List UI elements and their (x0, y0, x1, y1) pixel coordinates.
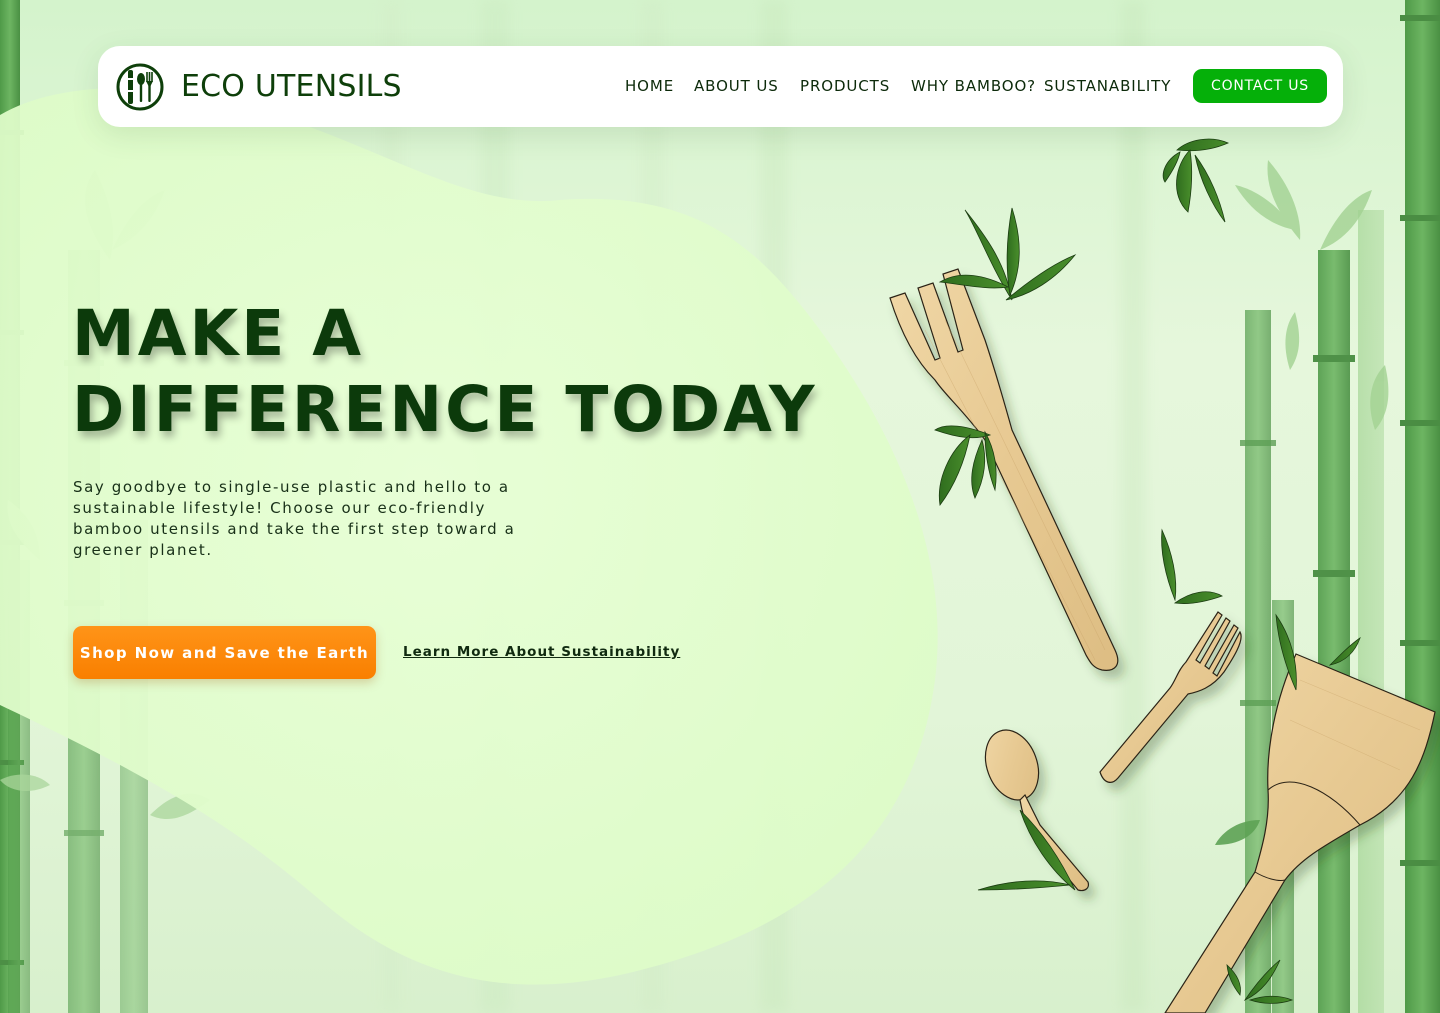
shop-now-button[interactable]: Shop Now and Save the Earth (73, 626, 376, 679)
nav-why-bamboo[interactable]: WHY BAMBOO? (911, 77, 1036, 95)
contact-us-button[interactable]: CONTACT US (1193, 69, 1327, 103)
nav-home[interactable]: HOME (625, 77, 674, 95)
hero-title: MAKE A DIFFERENCE TODAY (72, 296, 832, 448)
top-navbar: ECO UTENSILS HOME ABOUT US PRODUCTS WHY … (98, 46, 1343, 127)
nav-about-us[interactable]: ABOUT US (694, 77, 779, 95)
nav-products[interactable]: PRODUCTS (800, 77, 890, 95)
nav-menu: HOME ABOUT US PRODUCTS WHY BAMBOO? SUSTA… (98, 46, 1343, 127)
nav-sustainability[interactable]: SUSTANABILITY (1044, 77, 1171, 95)
hero-title-line-2: DIFFERENCE TODAY (72, 373, 818, 446)
hero-description: Say goodbye to single-use plastic and he… (73, 478, 516, 559)
hero-title-line-1: MAKE A (72, 297, 364, 370)
learn-more-link[interactable]: Learn More About Sustainability (403, 644, 680, 660)
